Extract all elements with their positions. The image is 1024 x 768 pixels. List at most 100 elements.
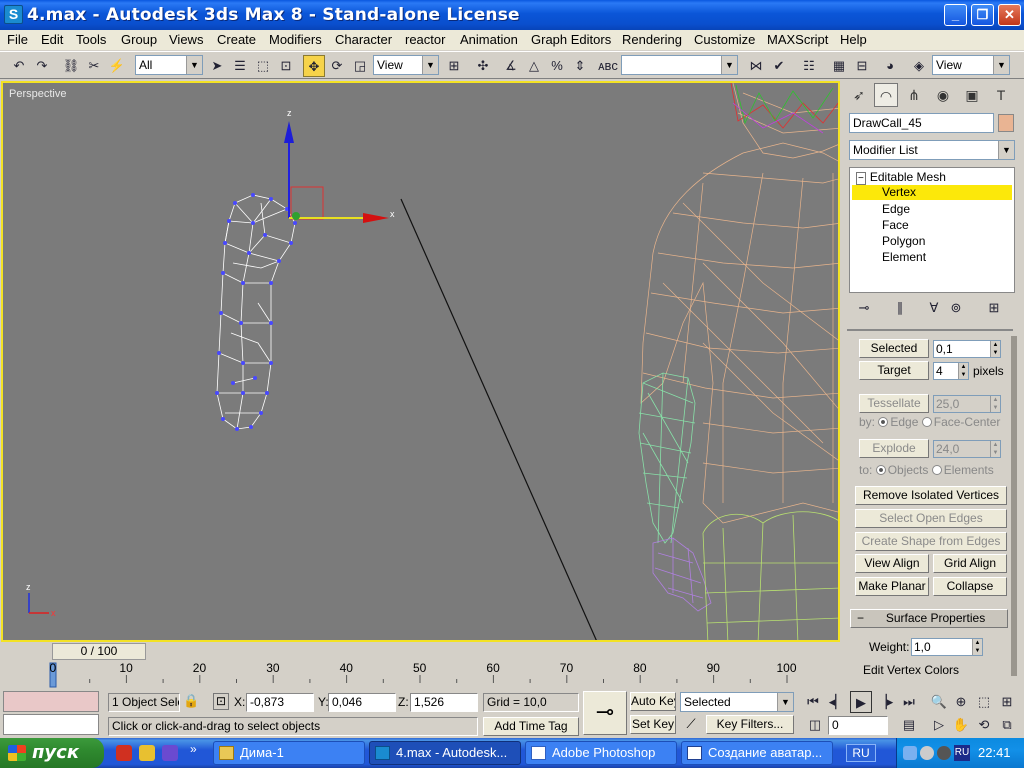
- stack-item-editable-mesh[interactable]: − Editable Mesh: [856, 170, 946, 185]
- spinner-snap-icon[interactable]: ⇕: [569, 55, 591, 77]
- utilities-tab-icon[interactable]: T: [989, 83, 1013, 107]
- track-bar[interactable]: 0 10 20 30 40 50 60 70 80 90 100: [0, 661, 845, 688]
- menu-reactor[interactable]: reactor: [405, 32, 445, 47]
- pin-stack-icon[interactable]: ⊸: [853, 297, 875, 319]
- minimize-button[interactable]: _: [944, 4, 967, 26]
- show-end-result-icon[interactable]: ∥: [889, 297, 911, 319]
- network-icon[interactable]: [903, 746, 917, 760]
- curve-editor-icon[interactable]: ▦: [828, 55, 850, 77]
- surface-properties-rollout[interactable]: − Surface Properties: [850, 609, 1008, 628]
- play-icon[interactable]: ▶: [850, 691, 872, 713]
- make-unique-icon[interactable]: ∀: [923, 297, 945, 319]
- unlink-icon[interactable]: ✂: [83, 55, 105, 77]
- material-editor-icon[interactable]: ◕: [879, 55, 901, 77]
- select-object-icon[interactable]: ➤: [206, 55, 228, 77]
- language-indicator[interactable]: RU: [846, 744, 876, 762]
- schematic-view-icon[interactable]: ⊟: [851, 55, 873, 77]
- time-configuration-icon[interactable]: ▤: [898, 714, 920, 736]
- percent-snap-icon[interactable]: %: [546, 55, 568, 77]
- tessellate-button[interactable]: Tessellate: [859, 394, 929, 413]
- layer-manager-icon[interactable]: ☷: [798, 55, 820, 77]
- configure-sets-icon[interactable]: ⊞: [983, 297, 1005, 319]
- auto-key-button[interactable]: Auto Key: [630, 692, 676, 711]
- select-by-name-icon[interactable]: ☰: [229, 55, 251, 77]
- edge-radio[interactable]: [878, 417, 889, 427]
- close-button[interactable]: ✕: [998, 4, 1021, 26]
- undo-icon[interactable]: ↶: [8, 55, 30, 77]
- zoom-all-icon[interactable]: ⊕: [950, 691, 972, 713]
- explode-spinner[interactable]: 24,0 ▲ ▼: [933, 440, 1001, 458]
- menu-views[interactable]: Views: [169, 32, 203, 47]
- volume-icon[interactable]: [920, 746, 934, 760]
- render-view-dropdown[interactable]: View ▼: [932, 55, 1010, 75]
- stack-item-vertex[interactable]: Vertex: [852, 185, 1012, 200]
- selection-filter-dropdown[interactable]: All ▼: [135, 55, 203, 75]
- task-photoshop[interactable]: Adobe Photoshop: [525, 741, 677, 765]
- menu-animation[interactable]: Animation: [460, 32, 518, 47]
- arc-rotate-icon[interactable]: ⟲: [973, 714, 995, 736]
- selected-button[interactable]: Selected: [859, 339, 929, 358]
- menu-modifiers[interactable]: Modifiers: [269, 32, 322, 47]
- rotate-icon[interactable]: ⟳: [326, 55, 348, 77]
- pivot-center-icon[interactable]: ⊞: [443, 55, 465, 77]
- object-name-field[interactable]: DrawCall_45: [849, 113, 994, 133]
- quicklaunch-expand-icon[interactable]: »: [190, 742, 197, 756]
- set-key-button[interactable]: Set Key: [630, 715, 676, 734]
- tessellate-spinner[interactable]: 25,0 ▲ ▼: [933, 395, 1001, 413]
- window-crossing-icon[interactable]: ⊡: [275, 55, 297, 77]
- maxscript-listener-pink[interactable]: [3, 691, 99, 712]
- redo-icon[interactable]: ↷: [31, 55, 53, 77]
- panel-scrollbar[interactable]: [1011, 336, 1017, 676]
- create-tab-icon[interactable]: ➶: [847, 83, 871, 107]
- scale-icon[interactable]: ◲: [349, 55, 371, 77]
- z-coordinate-field[interactable]: 1,526: [410, 693, 478, 712]
- go-to-start-icon[interactable]: ⏮: [802, 691, 824, 713]
- x-coordinate-field[interactable]: -0,873: [246, 693, 314, 712]
- task-word-document[interactable]: Создание аватар...: [681, 741, 833, 765]
- next-frame-icon[interactable]: ▕▸: [874, 691, 896, 713]
- modifier-list-dropdown[interactable]: Modifier List ▼: [849, 140, 1015, 160]
- edit-named-selection-icon[interactable]: ᴀʙᴄ: [597, 55, 619, 77]
- reference-coord-dropdown[interactable]: View ▼: [373, 55, 439, 75]
- add-time-tag-button[interactable]: Add Time Tag: [483, 717, 579, 736]
- task-dima-1[interactable]: Дима-1: [213, 741, 365, 765]
- make-planar-button[interactable]: Make Planar: [855, 577, 929, 596]
- grid-align-button[interactable]: Grid Align: [933, 554, 1007, 573]
- select-and-link-icon[interactable]: ⛓: [60, 55, 82, 77]
- zoom-extents-icon[interactable]: ⬚: [973, 691, 995, 713]
- menu-file[interactable]: File: [7, 32, 28, 47]
- menu-group[interactable]: Group: [121, 32, 157, 47]
- perspective-viewport[interactable]: Perspective z x z x: [1, 81, 840, 642]
- menu-graph-editors[interactable]: Graph Editors: [531, 32, 611, 47]
- rect-selection-icon[interactable]: ⬚: [252, 55, 274, 77]
- spinner-arrows-icon[interactable]: ▲ ▼: [958, 363, 968, 379]
- menu-rendering[interactable]: Rendering: [622, 32, 682, 47]
- current-frame-field[interactable]: 0: [828, 716, 888, 735]
- snap-toggle-icon[interactable]: ∡: [500, 55, 522, 77]
- y-coordinate-field[interactable]: 0,046: [328, 693, 396, 712]
- motion-tab-icon[interactable]: ◉: [931, 83, 955, 107]
- face-center-radio[interactable]: [921, 417, 932, 427]
- title-bar[interactable]: S 4.max - Autodesk 3ds Max 8 - Stand-alo…: [0, 0, 1024, 30]
- weight-spinner[interactable]: 1,0 ▲ ▼: [911, 638, 983, 656]
- spinner-arrows-icon[interactable]: ▲ ▼: [990, 441, 1000, 457]
- collapse-button[interactable]: Collapse: [933, 577, 1007, 596]
- bind-space-warp-icon[interactable]: ⚡: [106, 55, 128, 77]
- stack-item-element[interactable]: Element: [882, 250, 926, 264]
- field-of-view-icon[interactable]: ▷: [928, 714, 950, 736]
- maximize-button[interactable]: ❐: [971, 4, 994, 26]
- menu-character[interactable]: Character: [335, 32, 392, 47]
- remove-isolated-vertices-button[interactable]: Remove Isolated Vertices: [855, 486, 1007, 505]
- explode-button[interactable]: Explode: [859, 439, 929, 458]
- render-scene-icon[interactable]: ◈: [908, 55, 930, 77]
- create-shape-from-edges-button[interactable]: Create Shape from Edges: [855, 532, 1007, 551]
- named-selection-dropdown[interactable]: ▼: [621, 55, 738, 75]
- objects-radio[interactable]: [875, 465, 886, 475]
- angle-snap-icon[interactable]: △: [523, 55, 545, 77]
- mirror-icon[interactable]: ⋈: [745, 55, 767, 77]
- stack-item-face[interactable]: Face: [882, 218, 909, 232]
- quicklaunch-app-icon[interactable]: [116, 745, 132, 761]
- selected-spinner[interactable]: 0,1 ▲ ▼: [933, 340, 1001, 358]
- hierarchy-tab-icon[interactable]: ⋔: [902, 83, 926, 107]
- time-slider[interactable]: 0 / 100: [52, 643, 146, 660]
